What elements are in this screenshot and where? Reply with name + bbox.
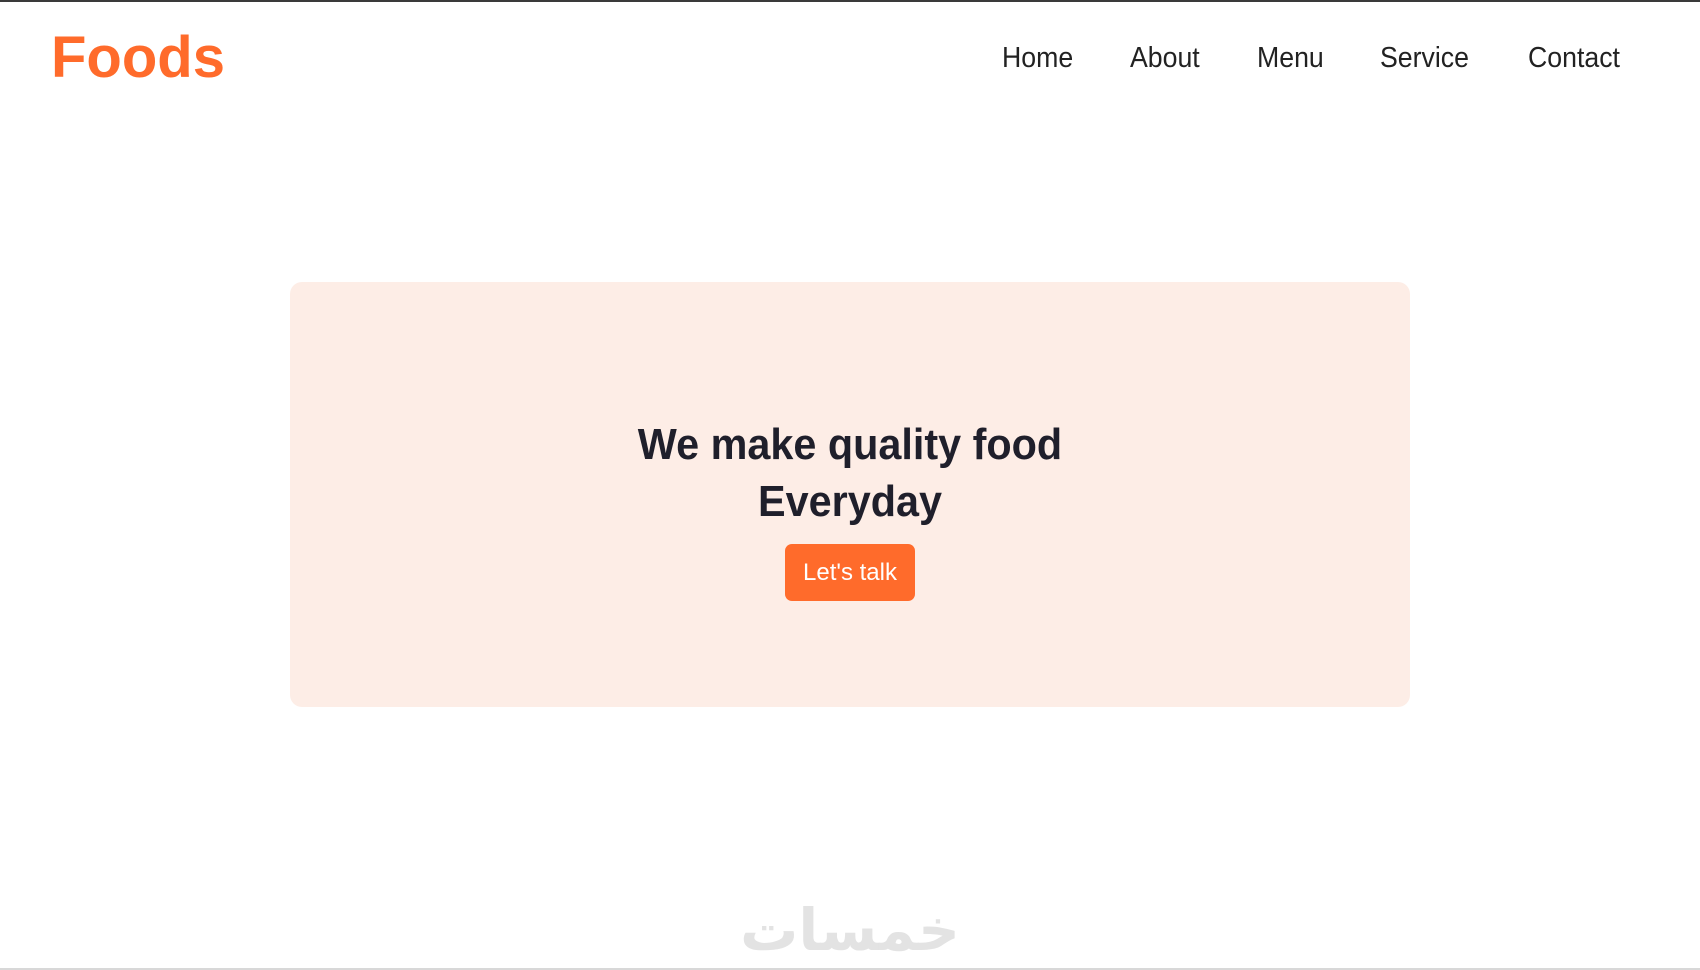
site-logo[interactable]: Foods — [51, 26, 225, 90]
nav-link-home[interactable]: Home — [1002, 40, 1073, 76]
navbar: Foods Home About Menu Service Contact — [0, 2, 1700, 112]
hero-title-line-1: We make quality food — [637, 420, 1063, 470]
hero-title-line-2: Everyday — [758, 477, 942, 527]
main-navigation: Home About Menu Service Contact — [1002, 40, 1628, 76]
nav-link-service[interactable]: Service — [1380, 40, 1469, 76]
nav-link-contact[interactable]: Contact — [1528, 40, 1620, 76]
watermark: خمسات — [740, 896, 960, 964]
hero-card: We make quality food Everyday Let's talk — [290, 282, 1410, 707]
nav-link-menu[interactable]: Menu — [1257, 40, 1324, 76]
hero-title: We make quality food Everyday — [324, 416, 1377, 530]
nav-link-about[interactable]: About — [1130, 40, 1200, 76]
lets-talk-button[interactable]: Let's talk — [785, 544, 915, 601]
